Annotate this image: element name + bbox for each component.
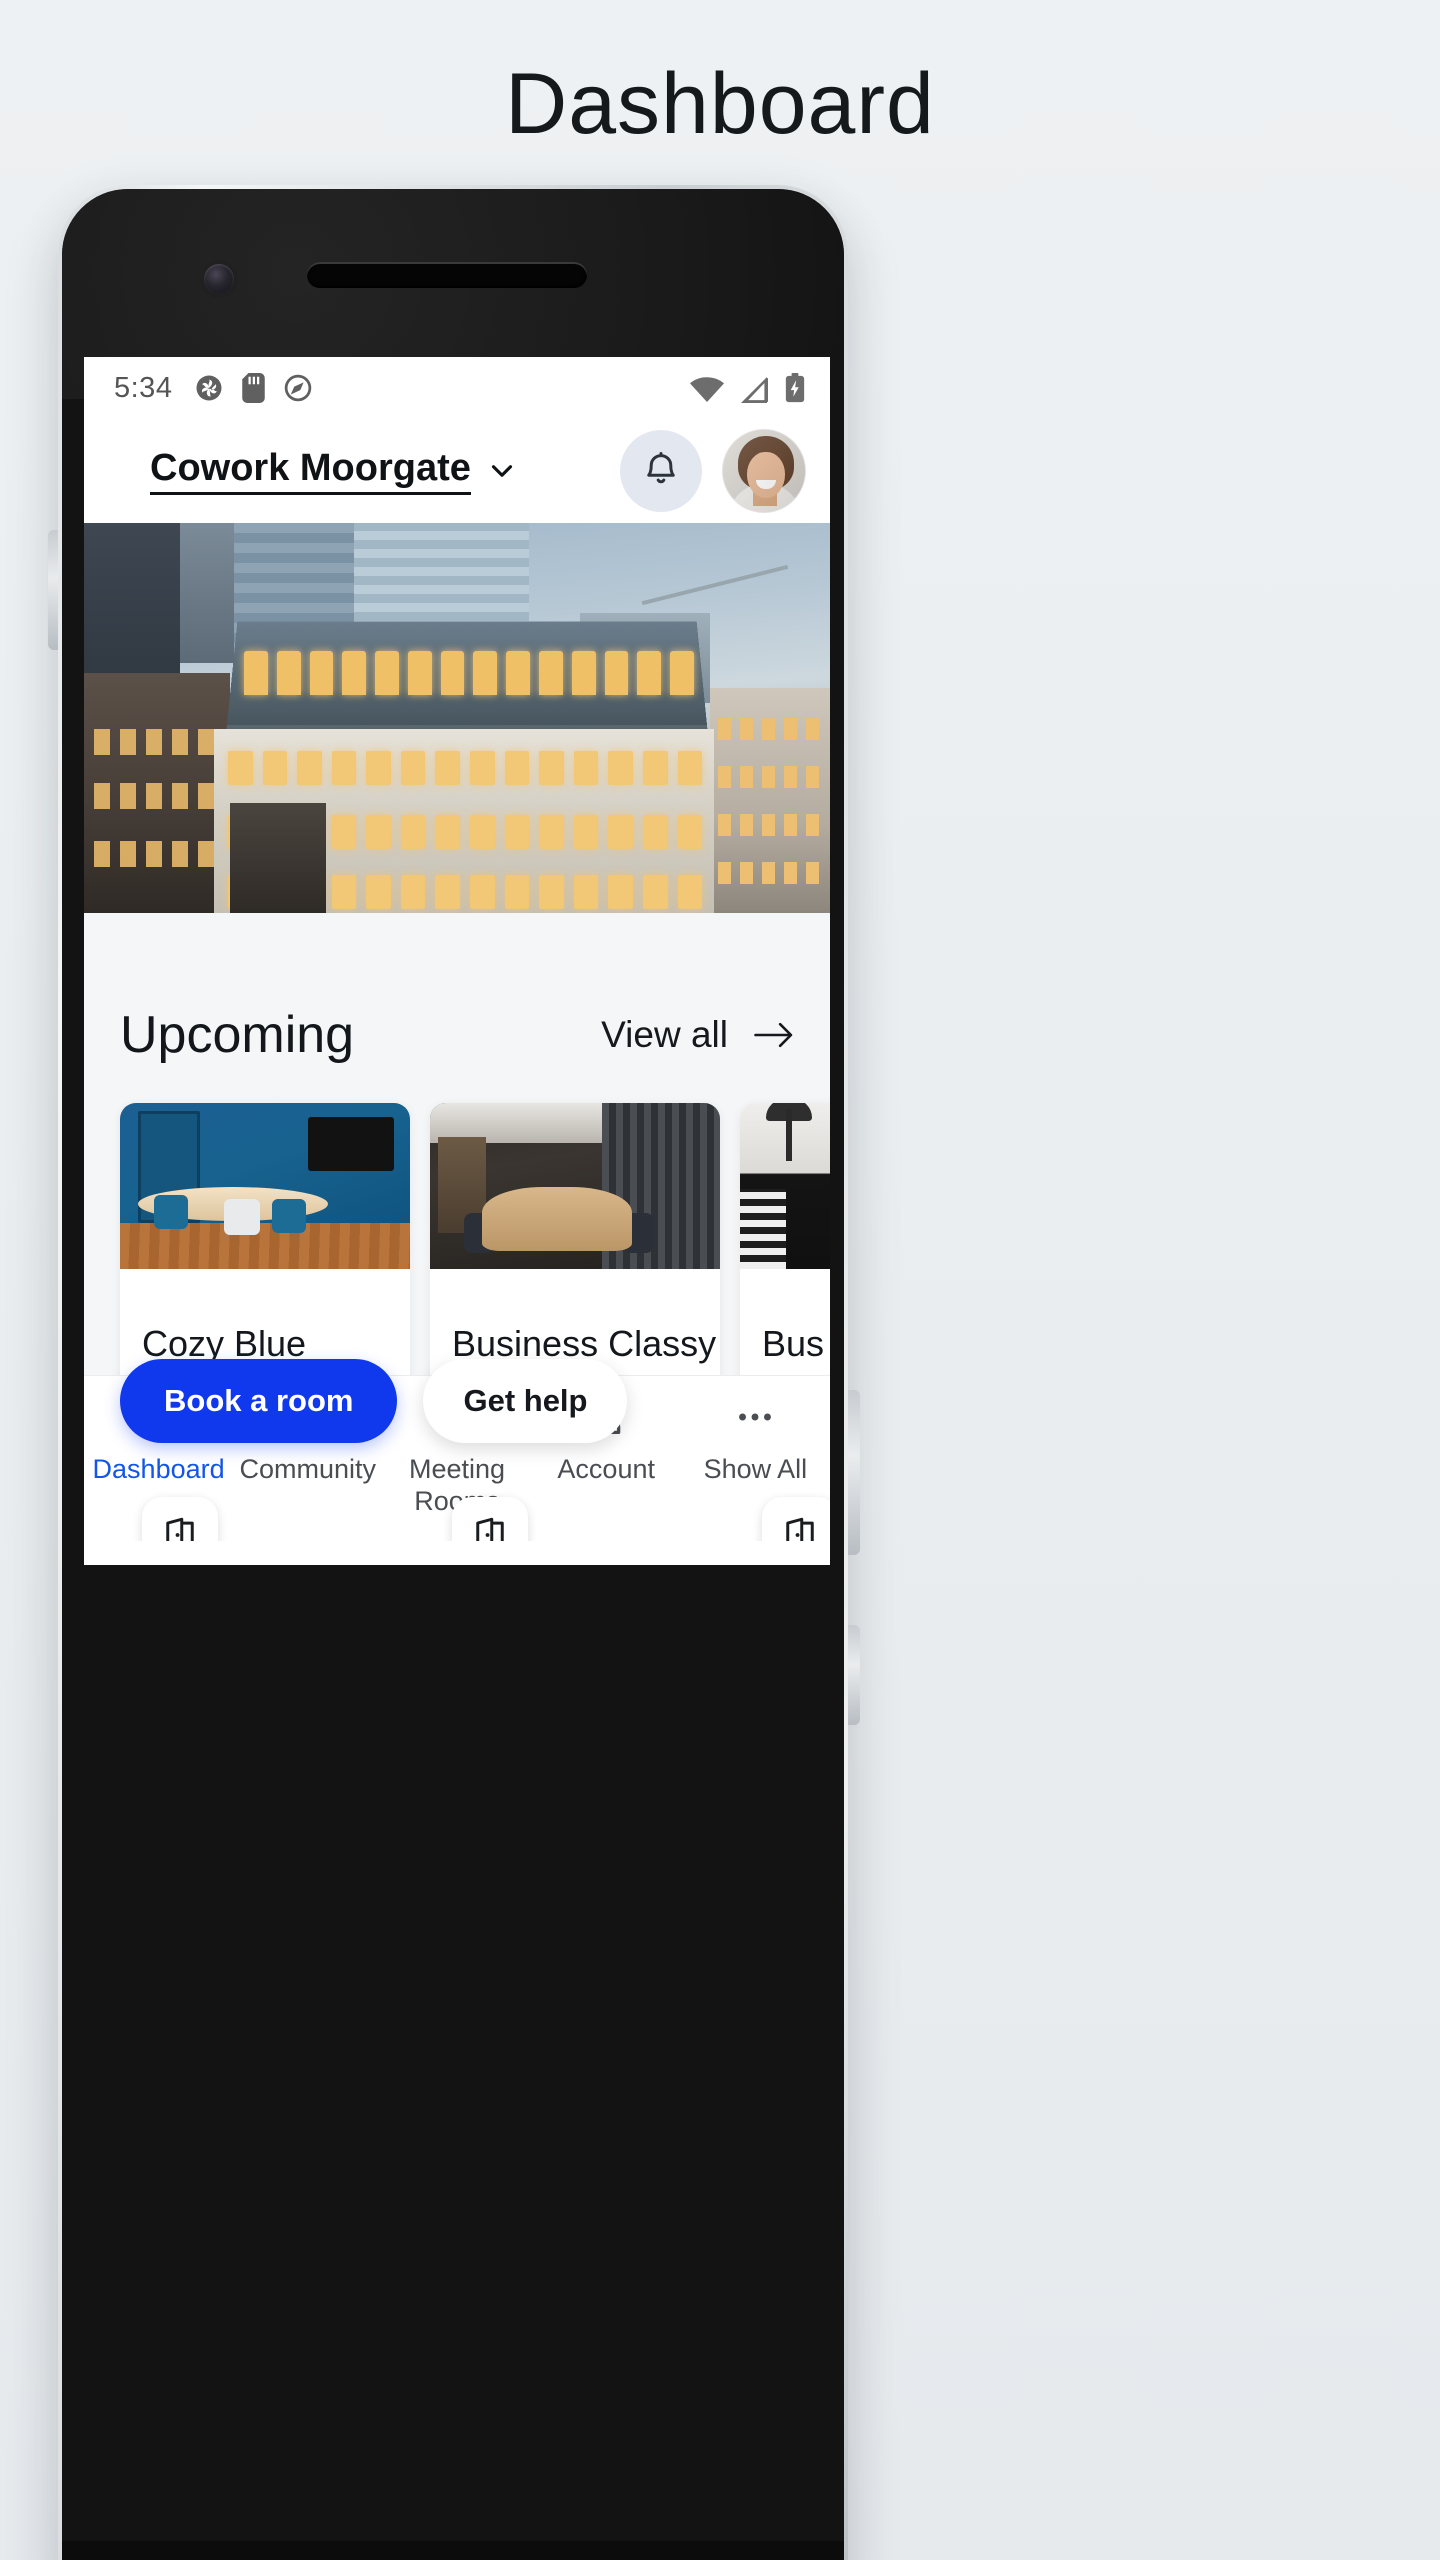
hero-image bbox=[84, 523, 830, 913]
cellular-signal-icon bbox=[739, 377, 769, 403]
status-time: 5:34 bbox=[114, 372, 172, 405]
chevron-down-icon bbox=[485, 454, 519, 488]
nav-label: Account bbox=[557, 1454, 655, 1486]
door-open-icon bbox=[762, 1497, 830, 1541]
battery-charging-icon bbox=[784, 373, 806, 403]
hero-action-buttons: Book a room Get help bbox=[84, 1359, 830, 1443]
bell-icon bbox=[640, 450, 682, 492]
get-help-button[interactable]: Get help bbox=[423, 1359, 627, 1443]
nav-label: Community bbox=[240, 1454, 377, 1486]
book-a-room-button[interactable]: Book a room bbox=[120, 1359, 397, 1443]
nav-label: Dashboard bbox=[93, 1454, 225, 1486]
device-bottom-bezel bbox=[62, 2541, 844, 2560]
view-all-label: View all bbox=[601, 1014, 728, 1056]
room-photo bbox=[120, 1103, 410, 1269]
wifi-icon bbox=[690, 377, 724, 403]
room-photo bbox=[740, 1103, 830, 1269]
earpiece-speaker bbox=[307, 262, 587, 288]
location-off-icon bbox=[283, 373, 313, 403]
device-left-button[interactable] bbox=[48, 530, 58, 650]
view-all-button[interactable]: View all bbox=[601, 1014, 794, 1056]
upcoming-title: Upcoming bbox=[120, 1005, 354, 1065]
camera-aperture-icon bbox=[194, 373, 224, 403]
venue-name: Cowork Moorgate bbox=[150, 447, 471, 495]
status-bar: 5:34 bbox=[84, 357, 830, 419]
phone-screen: 5:34 Cowork Moorgate Book a room Get hel… bbox=[84, 357, 830, 1565]
upcoming-section-header: Upcoming View all bbox=[84, 1005, 830, 1065]
arrow-right-icon bbox=[754, 1020, 794, 1050]
door-open-icon bbox=[452, 1497, 528, 1541]
sd-card-icon bbox=[241, 373, 266, 403]
avatar[interactable] bbox=[722, 429, 806, 513]
notifications-button[interactable] bbox=[620, 430, 702, 512]
door-open-icon bbox=[142, 1497, 218, 1541]
phone-device-frame: 5:34 Cowork Moorgate Book a room Get hel… bbox=[58, 185, 848, 2560]
venue-selector[interactable]: Cowork Moorgate bbox=[150, 447, 519, 495]
room-photo bbox=[430, 1103, 720, 1269]
page-title: Dashboard bbox=[0, 55, 1440, 154]
nav-label: Show All bbox=[704, 1454, 808, 1486]
device-volume-button[interactable] bbox=[848, 1390, 860, 1555]
device-power-button[interactable] bbox=[848, 1625, 860, 1725]
app-header: Cowork Moorgate bbox=[84, 419, 830, 523]
front-camera-icon bbox=[204, 264, 234, 294]
